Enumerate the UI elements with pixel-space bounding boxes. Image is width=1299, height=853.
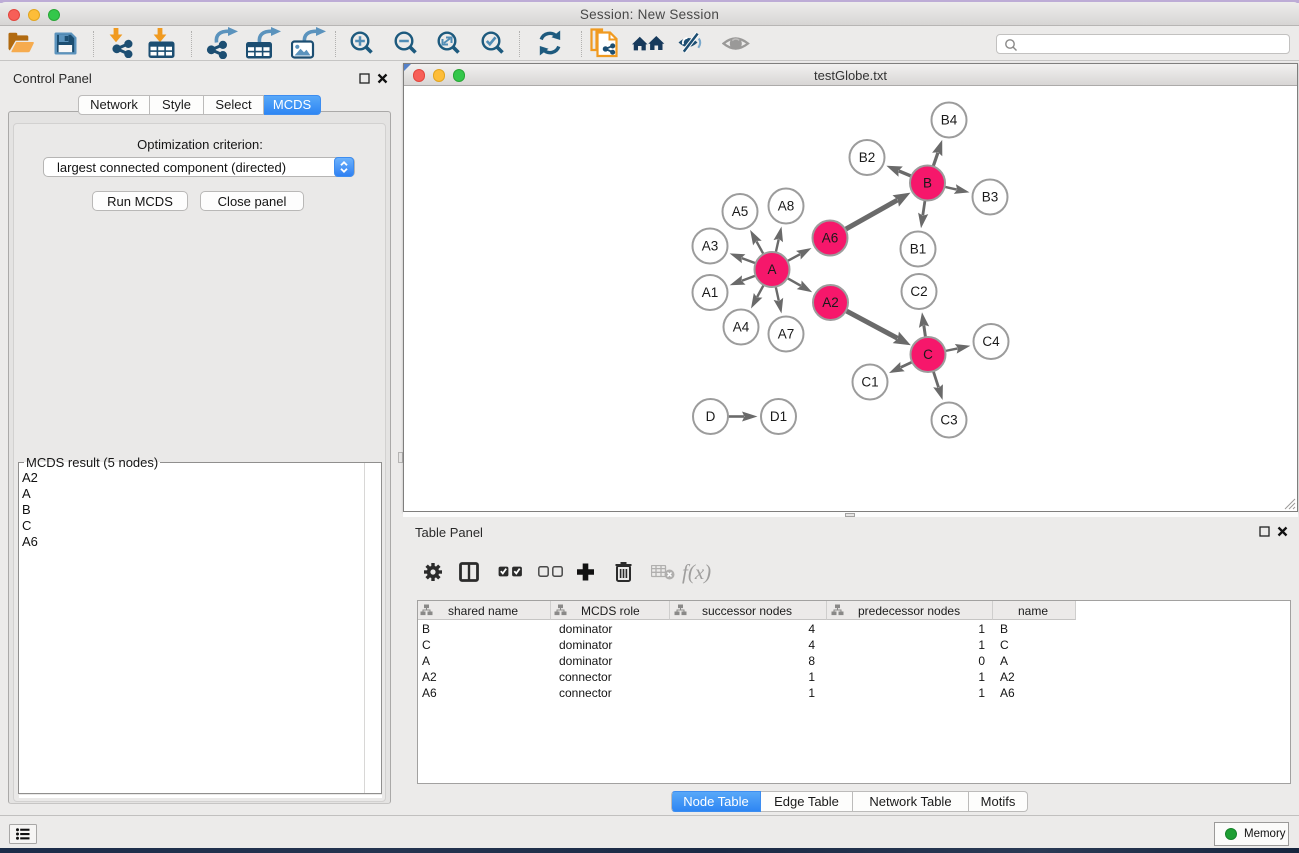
svg-text:C2: C2 xyxy=(910,284,927,299)
svg-text:A2: A2 xyxy=(822,295,839,310)
svg-text:B3: B3 xyxy=(982,190,999,205)
svg-text:A8: A8 xyxy=(778,199,795,214)
svg-text:C: C xyxy=(923,347,933,362)
svg-text:D1: D1 xyxy=(770,409,787,424)
svg-text:C3: C3 xyxy=(940,413,957,428)
svg-text:C4: C4 xyxy=(982,334,1000,349)
svg-text:D: D xyxy=(706,409,716,424)
svg-text:A4: A4 xyxy=(733,320,750,335)
svg-text:A6: A6 xyxy=(822,231,839,246)
svg-text:A1: A1 xyxy=(702,285,719,300)
svg-text:A7: A7 xyxy=(778,327,795,342)
svg-text:B1: B1 xyxy=(910,242,927,257)
svg-text:A5: A5 xyxy=(732,204,749,219)
svg-text:A3: A3 xyxy=(702,239,719,254)
svg-text:B2: B2 xyxy=(859,150,876,165)
svg-text:C1: C1 xyxy=(861,375,878,390)
svg-text:B: B xyxy=(923,176,932,191)
svg-text:A: A xyxy=(767,262,776,277)
svg-text:B4: B4 xyxy=(941,113,958,128)
